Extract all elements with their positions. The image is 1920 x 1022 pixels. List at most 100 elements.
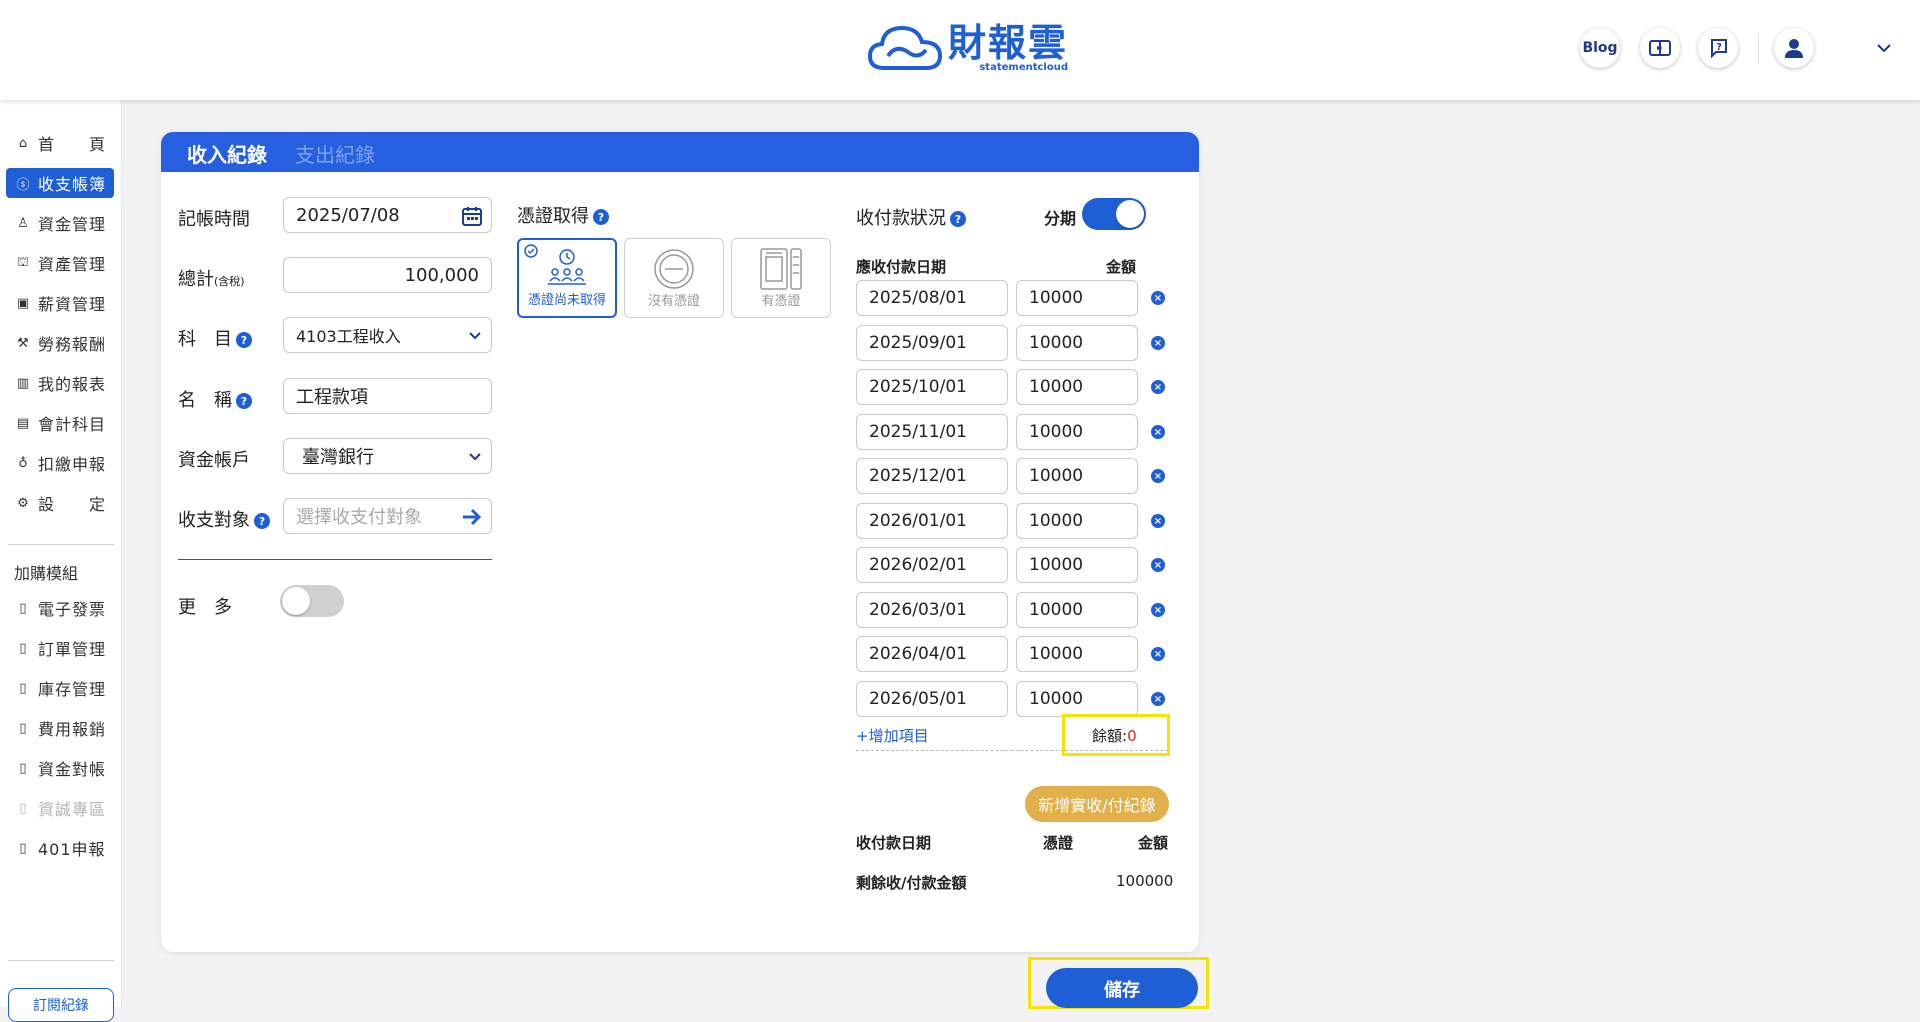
help-icon[interactable]: ?	[236, 393, 252, 409]
installment-date-input[interactable]: 2025/08/01	[856, 280, 1008, 316]
subject-select[interactable]: 4103工程收入	[283, 317, 492, 353]
installment-amount-input[interactable]: 10000	[1016, 636, 1138, 672]
installment-amount-input[interactable]: 10000	[1016, 503, 1138, 539]
brand-logo[interactable]: 財報雲 statementcloud	[868, 22, 1068, 74]
subject-label: 科 目?	[178, 325, 252, 351]
help-icon[interactable]: ?	[593, 209, 609, 225]
sidebar-addon-orders[interactable]: ▯ 訂單管理	[6, 633, 114, 663]
tutorial-button[interactable]	[1640, 28, 1680, 68]
sidebar-addon-401[interactable]: ▯ 401申報	[6, 833, 114, 863]
video-book-icon	[1649, 40, 1671, 56]
actual-amount-column-header: 金額	[1138, 834, 1169, 852]
counterparty-input[interactable]: 選擇收支付對象	[283, 498, 492, 534]
module-icon: ▯	[19, 800, 27, 816]
remove-row-icon[interactable]: ×	[1151, 425, 1165, 439]
installment-amount-input[interactable]: 10000	[1016, 369, 1138, 405]
user-avatar-button[interactable]	[1774, 28, 1814, 68]
sidebar-item-funds[interactable]: ♙ 資金管理	[6, 208, 114, 238]
installment-amount-input[interactable]: 10000	[1016, 681, 1138, 717]
remove-row-icon[interactable]: ×	[1151, 514, 1165, 528]
installment-date-input[interactable]: 2026/05/01	[856, 681, 1008, 717]
remove-row-icon[interactable]: ×	[1151, 558, 1165, 572]
subscription-label: 訂閱紀錄	[33, 998, 89, 1014]
help-icon[interactable]: ?	[254, 513, 270, 529]
more-toggle[interactable]	[280, 585, 344, 617]
chevron-down-icon[interactable]	[1874, 38, 1894, 58]
voucher-option-pending[interactable]: 憑證尚未取得	[517, 238, 617, 318]
sidebar-item-reports[interactable]: ▥ 我的報表	[6, 368, 114, 398]
installment-date-input[interactable]: 2025/09/01	[856, 325, 1008, 361]
counterparty-placeholder: 選擇收支付對象	[296, 507, 422, 528]
balance-label: 餘額:	[1092, 727, 1128, 745]
more-label: 更 多	[178, 597, 232, 618]
sidebar-item-ledger[interactable]: ⓢ 收支帳簿	[6, 168, 114, 198]
installment-amount-input[interactable]: 10000	[1016, 325, 1138, 361]
sidebar-divider	[8, 960, 114, 961]
cloud-logo-icon	[868, 25, 943, 70]
help-icon[interactable]: ?	[236, 332, 252, 348]
calendar-icon[interactable]	[461, 205, 483, 227]
sidebar-item-settings[interactable]: ⚙ 設 定	[6, 488, 114, 518]
installment-date-input[interactable]: 2026/04/01	[856, 636, 1008, 672]
arrow-right-icon[interactable]	[461, 507, 483, 527]
sidebar-item-home[interactable]: ⌂ 首 頁	[6, 128, 114, 158]
voucher-option-have[interactable]: 有憑證	[731, 238, 831, 318]
remove-row-icon[interactable]: ×	[1151, 291, 1165, 305]
people-clock-icon	[548, 249, 586, 285]
support-button[interactable]: ?	[1698, 28, 1738, 68]
sidebar-addon-expense[interactable]: ▯ 費用報銷	[6, 713, 114, 743]
salary-icon: ▣	[16, 295, 30, 311]
receipt-icon	[760, 248, 802, 290]
module-icon: ▯	[19, 680, 27, 696]
date-input[interactable]: 2025/07/08	[283, 197, 492, 233]
installment-toggle[interactable]	[1082, 198, 1146, 230]
date-value: 2025/07/08	[296, 204, 400, 226]
add-actual-record-button[interactable]: 新增實收/付紀錄	[1025, 786, 1169, 822]
remove-row-icon[interactable]: ×	[1151, 469, 1165, 483]
voucher-option-none[interactable]: 沒有憑證	[624, 238, 724, 318]
sidebar-item-salary[interactable]: ▣ 薪資管理	[6, 288, 114, 318]
installment-amount-input[interactable]: 10000	[1016, 414, 1138, 450]
installment-date-input[interactable]: 2025/11/01	[856, 414, 1008, 450]
fund-account-select[interactable]: 臺灣銀行	[283, 438, 492, 474]
installment-amount-input[interactable]: 10000	[1016, 592, 1138, 628]
help-icon[interactable]: ?	[950, 211, 966, 227]
blog-button[interactable]: Blog	[1580, 28, 1620, 68]
stamp-icon	[654, 249, 694, 289]
remove-row-icon[interactable]: ×	[1151, 380, 1165, 394]
installment-date-input[interactable]: 2025/10/01	[856, 369, 1008, 405]
sidebar-item-labor[interactable]: ⚒ 勞務報酬	[6, 328, 114, 358]
sidebar-item-assets[interactable]: ⛫ 資產管理	[6, 248, 114, 278]
installment-amount-input[interactable]: 10000	[1016, 547, 1138, 583]
payment-status-label: 收付款狀況?	[856, 204, 966, 230]
remove-row-icon[interactable]: ×	[1151, 336, 1165, 350]
home-icon: ⌂	[18, 135, 28, 151]
sidebar-item-tax[interactable]: ♁ 扣繳申報	[6, 448, 114, 478]
installment-date-input[interactable]: 2026/03/01	[856, 592, 1008, 628]
sidebar-addon-reconcile[interactable]: ▯ 資金對帳	[6, 753, 114, 783]
save-button[interactable]: 儲存	[1046, 968, 1198, 1008]
installment-date-input[interactable]: 2026/02/01	[856, 547, 1008, 583]
remove-row-icon[interactable]: ×	[1151, 692, 1165, 706]
remove-row-icon[interactable]: ×	[1151, 647, 1165, 661]
sidebar-addon-pwc[interactable]: ▯ 資誠專區	[6, 793, 114, 823]
name-input[interactable]: 工程款項	[283, 378, 492, 414]
total-input[interactable]: 100,000	[283, 257, 492, 293]
sidebar-addon-inventory[interactable]: ▯ 庫存管理	[6, 673, 114, 703]
sidebar-item-accounts[interactable]: ▤ 會計科目	[6, 408, 114, 438]
installment-date-input[interactable]: 2025/12/01	[856, 458, 1008, 494]
remove-row-icon[interactable]: ×	[1151, 603, 1165, 617]
sidebar-item-label: 資金對帳	[38, 760, 107, 779]
subscription-record-button[interactable]: 訂閱紀錄	[8, 988, 114, 1022]
tab-expense[interactable]: 支出紀錄	[295, 139, 375, 168]
name-label: 名 稱?	[178, 386, 252, 412]
sidebar-item-label: 我的報表	[38, 375, 107, 394]
add-item-link[interactable]: +增加項目	[856, 725, 929, 746]
sidebar-addon-einvoice[interactable]: ▯ 電子發票	[6, 593, 114, 623]
tab-income[interactable]: 收入紀錄	[187, 139, 267, 168]
tax-icon: ♁	[18, 455, 28, 471]
installment-date-input[interactable]: 2026/01/01	[856, 503, 1008, 539]
date-label: 記帳時間	[178, 209, 250, 230]
installment-amount-input[interactable]: 10000	[1016, 280, 1138, 316]
installment-amount-input[interactable]: 10000	[1016, 458, 1138, 494]
